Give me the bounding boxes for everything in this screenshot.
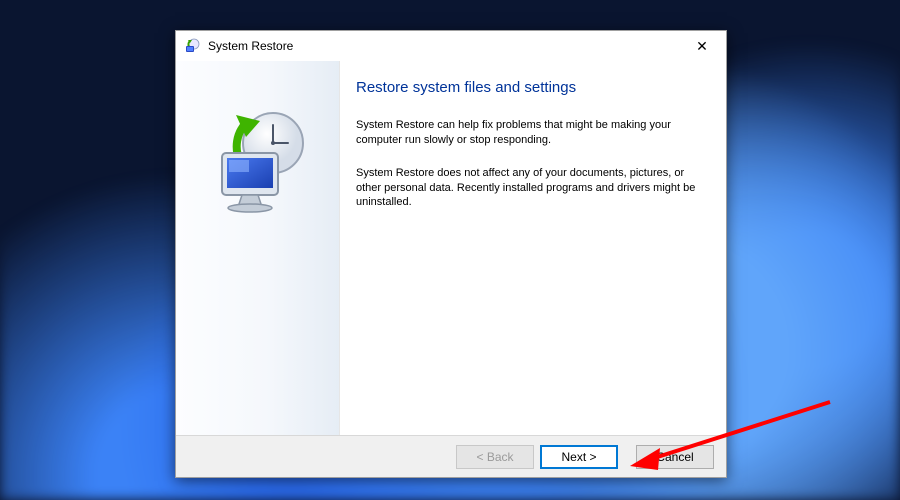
back-button: < Back (456, 445, 534, 469)
system-restore-artwork-icon (198, 101, 318, 221)
description-paragraph-1: System Restore can help fix problems tha… (356, 118, 696, 148)
close-button[interactable]: ✕ (684, 34, 720, 58)
wizard-main-panel: Restore system files and settings System… (340, 61, 726, 435)
wizard-body: Restore system files and settings System… (176, 61, 726, 435)
description-paragraph-2: System Restore does not affect any of yo… (356, 166, 696, 211)
window-title: System Restore (208, 39, 684, 53)
wizard-footer: < Back Next > Cancel (176, 435, 726, 477)
sidebar-art-panel (176, 61, 340, 435)
close-icon: ✕ (696, 39, 708, 53)
next-button[interactable]: Next > (540, 445, 618, 469)
page-heading: Restore system files and settings (356, 79, 700, 96)
system-restore-icon (184, 38, 200, 54)
cancel-button[interactable]: Cancel (636, 445, 714, 469)
system-restore-wizard: System Restore ✕ (175, 30, 727, 478)
titlebar: System Restore ✕ (176, 31, 726, 61)
